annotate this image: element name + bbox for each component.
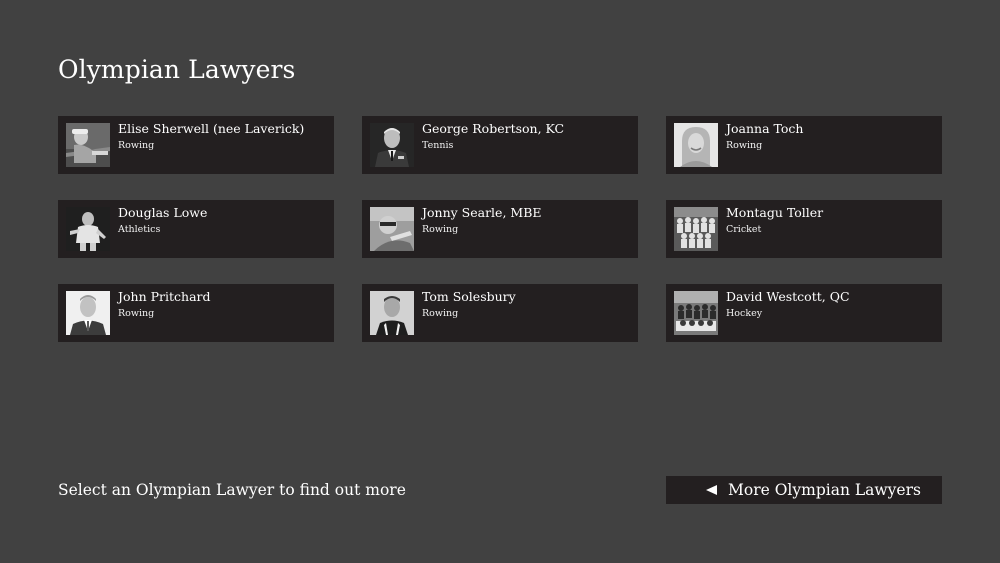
lawyer-photo xyxy=(370,291,414,335)
lawyer-photo xyxy=(674,123,718,167)
lawyer-photo xyxy=(370,207,414,251)
page-title: Olympian Lawyers xyxy=(58,55,296,84)
lawyer-name: Elise Sherwell (nee Laverick) xyxy=(118,121,305,136)
lawyer-photo xyxy=(66,291,110,335)
lawyer-card-john-pritchard[interactable]: John Pritchard Rowing xyxy=(58,284,334,342)
lawyer-sport: Rowing xyxy=(118,308,155,319)
lawyer-sport: Rowing xyxy=(422,224,459,235)
lawyer-photo xyxy=(674,291,718,335)
lawyer-name: Montagu Toller xyxy=(726,205,824,220)
lawyer-photo xyxy=(370,123,414,167)
lawyer-name: Tom Solesbury xyxy=(422,289,516,304)
lawyer-sport: Rowing xyxy=(422,308,459,319)
lawyer-card-douglas-lowe[interactable]: Douglas Lowe Athletics xyxy=(58,200,334,258)
lawyer-card-tom-solesbury[interactable]: Tom Solesbury Rowing xyxy=(362,284,638,342)
lawyer-card-jonny-searle[interactable]: Jonny Searle, MBE Rowing xyxy=(362,200,638,258)
lawyer-name: George Robertson, KC xyxy=(422,121,565,136)
lawyer-name: John Pritchard xyxy=(118,289,211,304)
lawyer-photo xyxy=(674,207,718,251)
lawyer-card-joanna-toch[interactable]: Joanna Toch Rowing xyxy=(666,116,942,174)
lawyer-card-elise-sherwell[interactable]: Elise Sherwell (nee Laverick) Rowing xyxy=(58,116,334,174)
lawyer-sport: Athletics xyxy=(118,224,161,235)
lawyer-name: Joanna Toch xyxy=(726,121,804,136)
lawyer-sport: Hockey xyxy=(726,308,763,319)
footer-instruction: Select an Olympian Lawyer to find out mo… xyxy=(58,481,406,499)
lawyer-name: Douglas Lowe xyxy=(118,205,208,220)
lawyer-sport: Rowing xyxy=(118,140,155,151)
lawyer-card-george-robertson[interactable]: George Robertson, KC Tennis xyxy=(362,116,638,174)
lawyer-sport: Tennis xyxy=(422,140,454,151)
lawyer-card-montagu-toller[interactable]: Montagu Toller Cricket xyxy=(666,200,942,258)
lawyer-card-david-westcott[interactable]: David Westcott, QC Hockey xyxy=(666,284,942,342)
lawyer-photo xyxy=(66,207,110,251)
lawyer-photo xyxy=(66,123,110,167)
lawyer-sport: Cricket xyxy=(726,224,762,235)
more-olympian-lawyers-button[interactable]: More Olympian Lawyers xyxy=(666,476,942,504)
lawyer-sport: Rowing xyxy=(726,140,763,151)
lawyer-name: Jonny Searle, MBE xyxy=(422,205,542,220)
lawyer-name: David Westcott, QC xyxy=(726,289,850,304)
more-button-label: More Olympian Lawyers xyxy=(728,481,921,499)
left-triangle-icon xyxy=(706,485,717,495)
lawyer-grid: Elise Sherwell (nee Laverick) Rowing Geo… xyxy=(58,116,942,342)
